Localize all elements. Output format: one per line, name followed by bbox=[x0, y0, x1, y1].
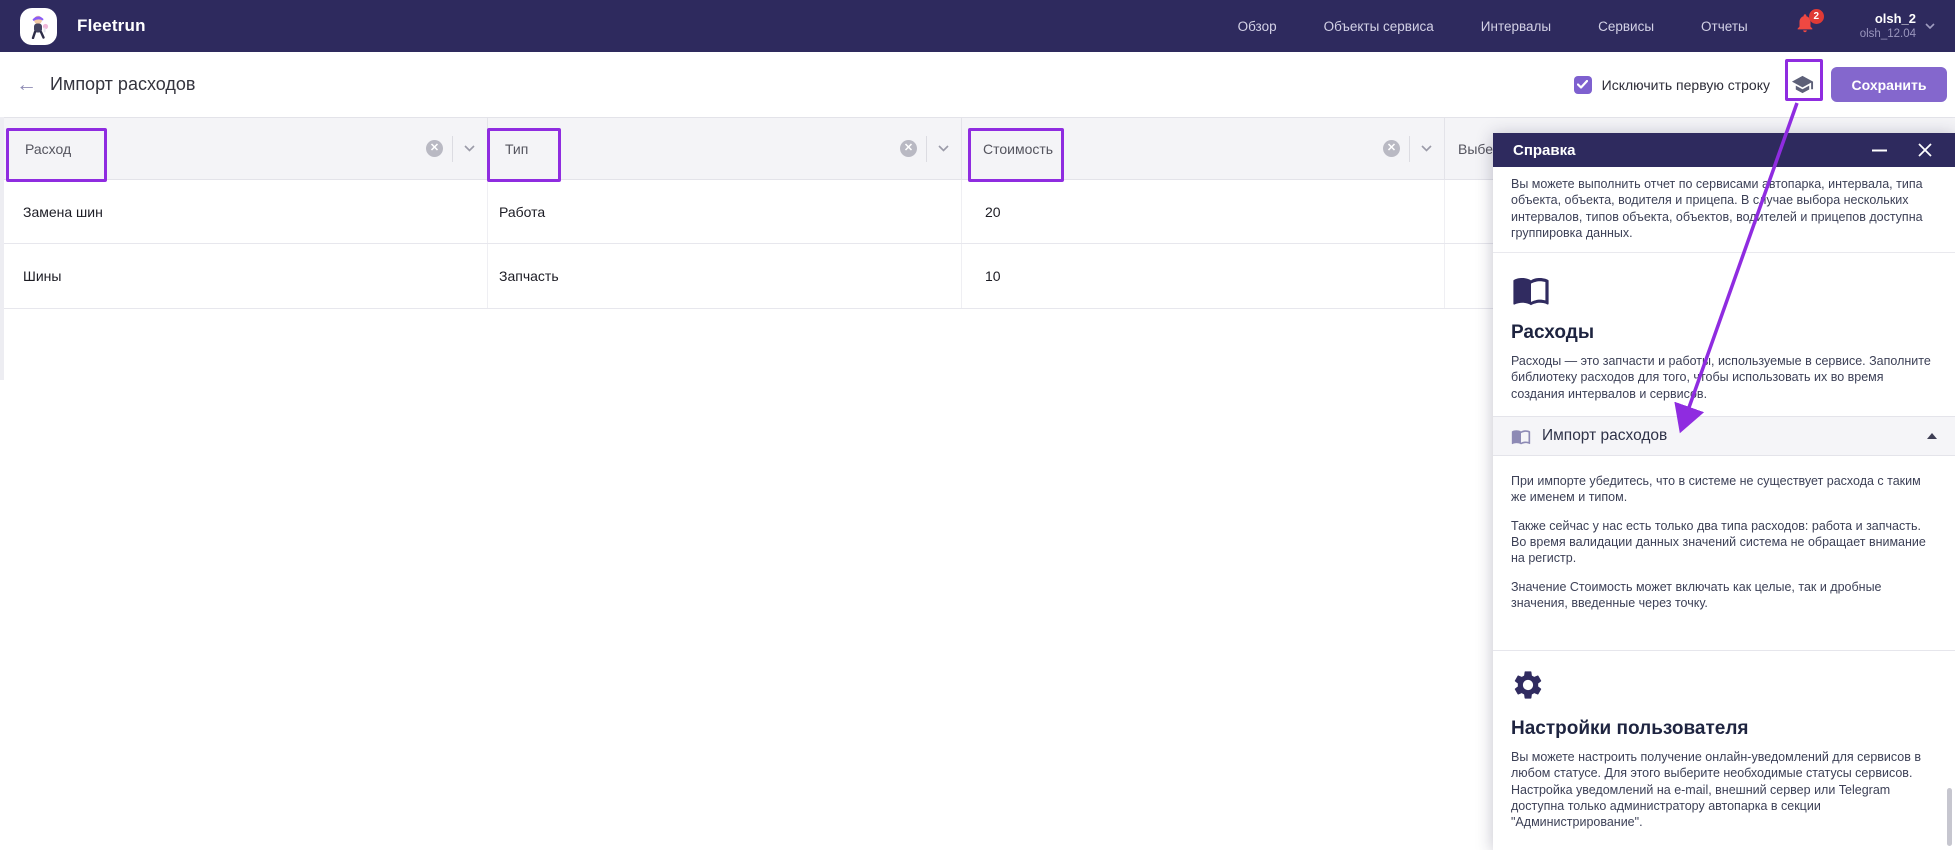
column-label: Тип bbox=[505, 140, 529, 157]
help-intro-text: Вы можете выполнить отчет по сервисами а… bbox=[1511, 177, 1923, 240]
section-text: Вы можете настроить получение онлайн-уве… bbox=[1511, 750, 1922, 830]
nav-item-overview[interactable]: Обзор bbox=[1238, 19, 1277, 34]
column-header-cost[interactable]: Стоимость ✕ bbox=[962, 118, 1445, 179]
column-dropdown-button[interactable] bbox=[462, 143, 477, 154]
close-icon[interactable] bbox=[1915, 140, 1935, 160]
user-menu[interactable]: olsh_2 olsh_12.04 bbox=[1860, 11, 1935, 42]
import-help-paragraph: При импорте убедитесь, что в системе не … bbox=[1511, 474, 1921, 505]
nav-item-intervals[interactable]: Интервалы bbox=[1481, 19, 1551, 34]
notifications-button[interactable]: 2 bbox=[1794, 9, 1824, 41]
collapse-arrow-icon[interactable] bbox=[1927, 433, 1937, 440]
checkmark-icon bbox=[1577, 80, 1589, 89]
save-button[interactable]: Сохранить bbox=[1831, 67, 1947, 102]
help-panel-header: Справка bbox=[1493, 133, 1955, 167]
help-subsection-import-expenses[interactable]: Импорт расходов bbox=[1493, 416, 1955, 457]
divider bbox=[452, 135, 453, 162]
cell-type: Запчасть bbox=[488, 244, 962, 308]
nav-item-services[interactable]: Сервисы bbox=[1598, 19, 1654, 34]
help-panel: Справка Вы можете выполнить отчет по сер… bbox=[1493, 133, 1955, 850]
import-help-paragraph: Значение Стоимость может включать как це… bbox=[1511, 579, 1882, 610]
cell-expense: Шины bbox=[0, 244, 488, 308]
fleetrun-logo[interactable] bbox=[20, 7, 57, 45]
cell-type: Работа bbox=[488, 180, 962, 243]
help-panel-title: Справка bbox=[1513, 141, 1576, 159]
column-header-expense[interactable]: Расход ✕ bbox=[0, 118, 488, 179]
chevron-down-icon bbox=[1421, 145, 1432, 152]
section-heading: Настройки пользователя bbox=[1511, 718, 1749, 740]
mechanic-icon bbox=[31, 15, 48, 39]
section-heading: Расходы bbox=[1511, 322, 1595, 344]
column-label: Стоимость bbox=[983, 140, 1054, 157]
gear-icon bbox=[1514, 671, 1542, 699]
chevron-down-icon bbox=[464, 145, 475, 152]
cell-cost: 20 bbox=[962, 180, 1445, 243]
help-tour-button[interactable] bbox=[1787, 68, 1817, 101]
brand-name: Fleetrun bbox=[77, 16, 146, 35]
section-text: Расходы — это запчасти и работы, использ… bbox=[1511, 354, 1931, 401]
column-header-type[interactable]: Тип ✕ bbox=[488, 118, 962, 179]
divider bbox=[1409, 135, 1410, 162]
user-account: olsh_12.04 bbox=[1859, 27, 1916, 40]
nav-item-reports[interactable]: Отчеты bbox=[1701, 19, 1748, 34]
notification-badge: 2 bbox=[1808, 9, 1824, 24]
top-navbar: Fleetrun Обзор Объекты сервиса Интервалы… bbox=[0, 0, 1955, 52]
book-small-icon bbox=[1511, 429, 1531, 444]
page-header: ← Импорт расходов Исключить первую строк… bbox=[0, 52, 1955, 117]
clear-filter-icon[interactable]: ✕ bbox=[426, 140, 443, 157]
help-section-user-settings: Настройки пользователя Вы можете настрои… bbox=[1493, 651, 1955, 844]
graduation-cap-icon bbox=[1791, 75, 1813, 94]
book-icon bbox=[1513, 278, 1549, 306]
clear-filter-icon[interactable]: ✕ bbox=[1383, 140, 1400, 157]
column-label: Расход bbox=[25, 140, 72, 157]
clear-filter-icon[interactable]: ✕ bbox=[900, 140, 917, 157]
import-help-paragraph: Также сейчас у нас есть только два типа … bbox=[1511, 518, 1926, 566]
table-left-edge bbox=[0, 117, 4, 380]
column-dropdown-button[interactable] bbox=[1419, 143, 1434, 154]
nav-menu: Обзор Объекты сервиса Интервалы Сервисы … bbox=[1238, 19, 1748, 34]
subsection-title: Импорт расходов bbox=[1542, 427, 1668, 445]
divider bbox=[926, 135, 927, 162]
panel-scrollbar[interactable] bbox=[1947, 788, 1952, 846]
back-arrow-icon[interactable]: ← bbox=[16, 74, 37, 95]
user-name: olsh_2 bbox=[1874, 10, 1916, 26]
cell-cost: 10 bbox=[962, 244, 1445, 308]
nav-item-service-objects[interactable]: Объекты сервиса bbox=[1324, 19, 1434, 34]
page-title: Импорт расходов bbox=[50, 74, 196, 94]
exclude-first-row-label[interactable]: Исключить первую строку bbox=[1602, 77, 1770, 93]
cell-expense: Замена шин bbox=[0, 180, 488, 243]
chevron-down-icon bbox=[938, 145, 949, 152]
minimize-icon[interactable] bbox=[1868, 145, 1891, 156]
column-dropdown-button[interactable] bbox=[936, 143, 951, 154]
help-section-expenses: Расходы Расходы — это запчасти и работы,… bbox=[1493, 253, 1955, 416]
exclude-first-row-checkbox[interactable] bbox=[1573, 75, 1592, 94]
chevron-down-icon bbox=[1925, 23, 1935, 29]
